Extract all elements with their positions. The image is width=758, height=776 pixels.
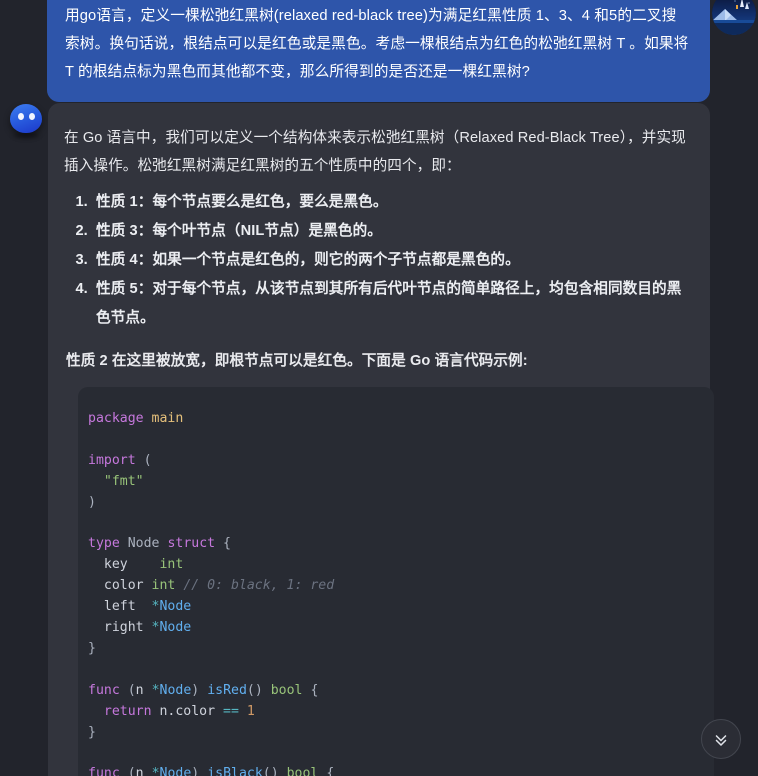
code-content: package main import ( "fmt" ) type Node … (88, 411, 335, 776)
list-item: 性质 4：如果一个节点是红色的，则它的两个子节点都是黑色的。 (92, 246, 694, 275)
assistant-after-list-paragraph: 性质 2 在这里被放宽，即根节点可以是红色。下面是 Go 语言代码示例: (66, 353, 528, 369)
avatar-eye-right (29, 113, 35, 120)
avatar-blob (10, 104, 42, 133)
avatar-eye-left (18, 113, 24, 120)
assistant-message-bubble: 在 Go 语言中，我们可以定义一个结构体来表示松弛红黑树（Relaxed Red… (48, 103, 714, 776)
assistant-lead-paragraph: 在 Go 语言中，我们可以定义一个结构体来表示松弛红黑树（Relaxed Red… (64, 130, 686, 174)
list-item: 性质 1：每个节点要么是红色，要么是黑色。 (92, 188, 694, 217)
user-message-bubble: 用go语言，定义一棵松弛红黑树(relaxed red-black tree)为… (47, 0, 710, 102)
list-item: 性质 5：对于每个节点，从该节点到其所有后代叶节点的简单路径上，均包含相同数目的… (92, 275, 694, 333)
code-block[interactable]: package main import ( "fmt" ) type Node … (78, 387, 714, 776)
scroll-to-bottom-button[interactable] (701, 719, 741, 759)
user-avatar[interactable] (712, 0, 756, 35)
avatar-shadow (13, 133, 39, 138)
chevron-double-down-icon (715, 735, 727, 746)
properties-list: 性质 1：每个节点要么是红色，要么是黑色。 性质 3：每个叶节点（NIL节点）是… (64, 188, 694, 333)
assistant-avatar[interactable] (9, 104, 44, 139)
list-item: 性质 3：每个叶节点（NIL节点）是黑色的。 (92, 217, 694, 246)
chat-scroll-area[interactable]: 用go语言，定义一棵松弛红黑树(relaxed red-black tree)为… (0, 0, 758, 776)
user-avatar-image (712, 0, 756, 35)
